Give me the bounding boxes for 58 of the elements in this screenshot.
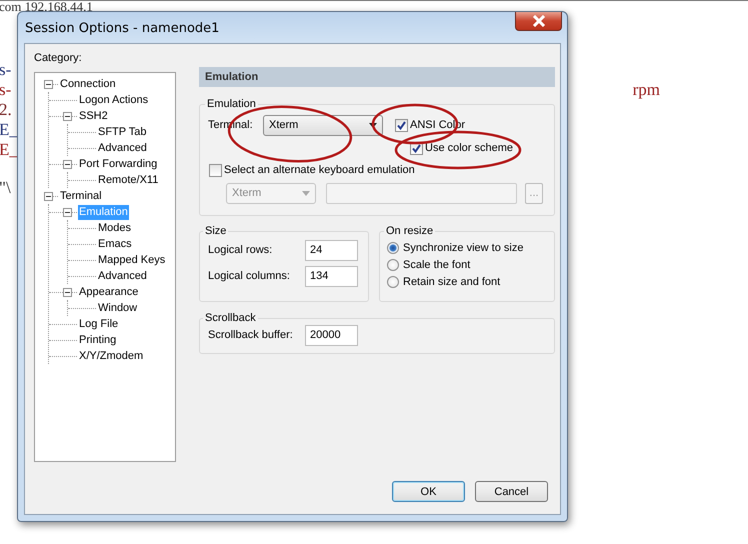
tree-item[interactable]: SSH2 [78, 108, 109, 124]
field-label: Logical columns: [207, 270, 291, 282]
checkbox-label[interactable]: Select an alternate keyboard emulation [224, 164, 415, 176]
window-title: Session Options - namenode1 [25, 21, 220, 36]
tree-item[interactable]: Mapped Keys [97, 252, 166, 268]
terminal-text: rpm [632, 80, 660, 100]
caret-icon [302, 190, 310, 196]
panel-header: Emulation [199, 67, 555, 87]
tree-item[interactable]: Log File [78, 316, 120, 332]
radio-label[interactable]: Retain size and font [403, 276, 500, 288]
input-field[interactable]: 20000 [305, 324, 358, 346]
close-icon [532, 15, 546, 27]
terminal-text: 2. [0, 100, 12, 120]
tree-item[interactable]: Connection [59, 76, 117, 92]
radio-label[interactable]: Scale the font [403, 259, 470, 271]
tree-item[interactable]: SFTP Tab [97, 124, 148, 140]
group-title: Scrollback [204, 312, 257, 324]
tree-item[interactable]: Logon Actions [78, 92, 150, 108]
tree-item[interactable]: Printing [78, 332, 118, 348]
checkbox[interactable] [395, 118, 408, 132]
group-title: Size [204, 225, 228, 237]
collapse-icon[interactable] [44, 80, 53, 88]
tree-item[interactable]: Appearance [78, 284, 140, 300]
field-label: Logical rows: [207, 244, 274, 256]
radio-button[interactable] [387, 276, 399, 288]
tree-item[interactable]: X/Y/Zmodem [78, 348, 144, 364]
group-title: On resize [385, 225, 434, 237]
tree-item[interactable]: Remote/X11 [97, 172, 160, 188]
terminal-text: s- [0, 60, 12, 80]
caret-icon [369, 122, 377, 128]
terminal-text: "\ [0, 178, 11, 198]
tree-item[interactable]: Window [97, 300, 138, 316]
tree-item[interactable]: Modes [97, 220, 132, 236]
radio-button[interactable] [387, 242, 399, 254]
input-field[interactable]: 134 [305, 266, 358, 286]
field-label: Scrollback buffer: [207, 329, 294, 341]
tree-item[interactable]: Terminal [59, 188, 103, 204]
radio-button[interactable] [387, 259, 399, 271]
collapse-icon[interactable] [63, 208, 72, 216]
radio-label[interactable]: Synchronize view to size [403, 242, 524, 254]
collapse-icon[interactable] [63, 160, 72, 168]
category-label: Category: [34, 52, 83, 66]
collapse-icon[interactable] [44, 192, 53, 200]
collapse-icon[interactable] [63, 112, 72, 120]
ok-button[interactable]: OK [392, 481, 465, 502]
close-button[interactable] [515, 12, 562, 31]
cancel-button[interactable]: Cancel [475, 481, 548, 502]
terminal-text: s- [0, 80, 12, 100]
input-field[interactable]: 24 [305, 240, 358, 260]
checkbox-label[interactable]: Use color scheme [425, 142, 514, 154]
tree-item[interactable]: Advanced [97, 140, 148, 156]
tree-item[interactable]: Emacs [97, 236, 133, 252]
checkbox[interactable] [209, 164, 222, 176]
group-title: Emulation [206, 98, 257, 110]
tree-item[interactable]: Advanced [97, 268, 148, 284]
terminal-dropdown[interactable]: Xterm [263, 114, 383, 136]
collapse-icon[interactable] [63, 288, 72, 296]
tree-item[interactable]: Port Forwarding [78, 156, 158, 172]
